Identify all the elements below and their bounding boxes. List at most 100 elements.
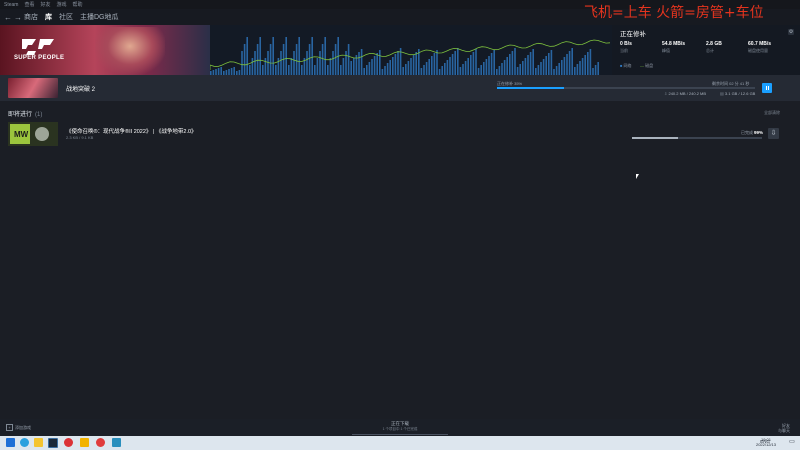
- taskbar-clock[interactable]: 19:01 2022/12/13: [756, 437, 776, 447]
- stat-disk-label: 磁盘使用量: [748, 48, 768, 53]
- stream-overlay-text: 飞机=上车 火箭=房管+车位: [584, 5, 764, 21]
- graph-bar: [477, 68, 480, 75]
- graph-bar: [308, 44, 311, 75]
- current-progress-bar: [497, 87, 755, 89]
- graph-bar: [321, 44, 324, 75]
- graph-bar: [329, 58, 332, 75]
- queue-game-name[interactable]: 《使命召唤®：现代战争®II 2022》 | 《战争地带2.0》: [66, 127, 197, 135]
- menu-item-steam[interactable]: Steam: [4, 2, 18, 8]
- graph-bar: [501, 63, 503, 75]
- windows-icon[interactable]: [6, 438, 15, 447]
- queue-title: 即将进行: [8, 112, 33, 118]
- graph-bar: [589, 49, 592, 75]
- graph-bar: [548, 53, 550, 75]
- edge-icon[interactable]: [20, 438, 29, 447]
- app-icon[interactable]: [96, 438, 105, 447]
- clear-queue-button[interactable]: 全部清除: [764, 110, 780, 116]
- queue-game-size: 2.3 KB / 9.1 KB: [66, 135, 94, 140]
- add-game-label: 添加游戏: [15, 425, 31, 430]
- graph-bar: [493, 50, 495, 75]
- queue-item[interactable]: MW 《使命召唤®：现代战争®II 2022》 | 《战争地带2.0》 2.3 …: [0, 120, 800, 148]
- graph-bar: [280, 51, 282, 75]
- graph-bar: [405, 64, 407, 75]
- pause-button[interactable]: [762, 83, 772, 93]
- graph-bar: [254, 51, 256, 75]
- graph-bar: [464, 61, 467, 75]
- queue-percent-label: 已完成: [741, 130, 753, 135]
- graph-bar: [436, 50, 438, 75]
- graph-bar: [251, 58, 254, 75]
- graph-bar: [241, 51, 243, 75]
- tab-profile[interactable]: 主播DG地瓜: [80, 12, 119, 22]
- current-progress-fill: [497, 87, 565, 89]
- graph-bar: [350, 61, 352, 75]
- menu-item-friends[interactable]: 好友: [40, 1, 50, 8]
- graph-bar: [509, 54, 511, 75]
- graph-bar: [319, 51, 321, 75]
- graph-bar: [259, 37, 261, 75]
- graph-bar: [566, 54, 568, 75]
- downloads-status-title: 正在下载: [391, 421, 409, 426]
- download-icon[interactable]: ⇩: [768, 128, 779, 139]
- current-game-name[interactable]: 战地突破 2: [66, 84, 95, 93]
- tab-community[interactable]: 社区: [59, 12, 73, 22]
- graph-bar: [441, 66, 443, 75]
- graph-bar: [371, 59, 373, 75]
- app-icon[interactable]: [80, 438, 89, 447]
- game-hero-image: [95, 27, 165, 75]
- graph-bar: [376, 53, 378, 75]
- graph-bar: [483, 62, 485, 75]
- graph-bar: [288, 65, 290, 75]
- graph-bar: [324, 37, 326, 75]
- mw2-logo-icon: MW: [8, 122, 58, 146]
- steam-icon[interactable]: [48, 438, 58, 448]
- menu-item-help[interactable]: 帮助: [73, 1, 83, 8]
- graph-bar: [563, 57, 566, 75]
- windows-taskbar: ENG 19:01 2022/12/13 ▭: [0, 436, 800, 450]
- chrome-icon[interactable]: [64, 438, 73, 447]
- graph-bar: [386, 63, 389, 75]
- graph-bar: [298, 37, 300, 75]
- tab-store[interactable]: 商店: [24, 12, 38, 22]
- add-game-button[interactable]: + 添加游戏: [6, 424, 31, 431]
- graph-bar: [503, 60, 506, 75]
- queue-header: 即将进行 (1): [8, 109, 42, 118]
- downloads-status[interactable]: 正在下载 1 个项目中 1 个已完成: [352, 421, 448, 435]
- graph-bar: [275, 65, 277, 75]
- stat-current: 0 B/s 当前: [620, 41, 632, 54]
- download-status-title: 正在修补: [620, 31, 646, 38]
- graph-bar: [347, 44, 350, 75]
- graph-bar: [574, 67, 576, 75]
- queue-count: (1): [35, 112, 43, 118]
- chat-label: 与聊天: [778, 428, 790, 433]
- graph-bar: [433, 53, 436, 75]
- current-download-row[interactable]: 战地突破 2 正在修补 35% 剩余时间 02 分 41 秒 ⇩ 240.2 M…: [0, 75, 800, 101]
- graph-bar: [571, 48, 573, 75]
- current-game-thumbnail: [8, 78, 58, 98]
- graph-bar: [293, 51, 295, 75]
- menu-item-games[interactable]: 游戏: [56, 1, 66, 8]
- graph-bar: [410, 58, 412, 75]
- bottom-bar: + 添加游戏 正在下载 1 个项目中 1 个已完成 好友 与聊天: [0, 419, 800, 436]
- graph-bar: [301, 65, 303, 75]
- stat-current-value: 0 B/s: [620, 41, 632, 47]
- stat-peak-label: 峰值: [662, 48, 670, 53]
- notification-icon[interactable]: ▭: [788, 438, 796, 447]
- explorer-icon[interactable]: [34, 438, 43, 447]
- back-icon[interactable]: ←: [4, 13, 14, 22]
- graph-bar: [555, 66, 558, 75]
- menu-item-view[interactable]: 查看: [24, 1, 34, 8]
- game-banner-art: SUPER PEOPLE: [0, 25, 210, 75]
- graph-bar: [472, 52, 475, 75]
- graph-bar: [529, 52, 532, 75]
- forward-icon[interactable]: →: [14, 13, 24, 22]
- graph-bar: [511, 51, 514, 75]
- friends-chat-button[interactable]: 好友 与聊天: [778, 423, 790, 433]
- gear-icon[interactable]: ⚙: [788, 29, 794, 35]
- tab-library[interactable]: 库: [45, 12, 52, 22]
- app-icon[interactable]: [112, 438, 121, 447]
- graph-bar: [444, 63, 446, 75]
- graph-bar: [342, 58, 345, 75]
- graph-bar: [519, 64, 521, 75]
- graph-bar: [415, 52, 417, 75]
